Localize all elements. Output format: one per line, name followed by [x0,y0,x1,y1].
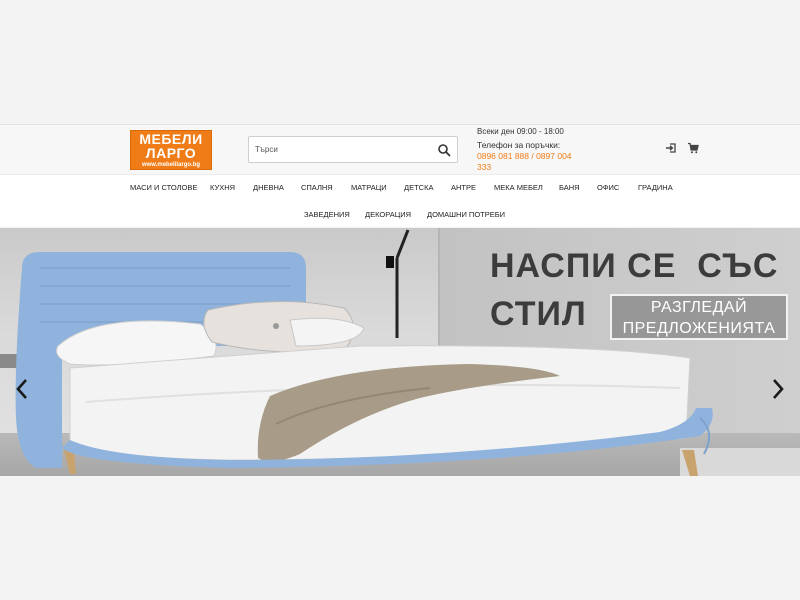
hero-headline-line1: НАСПИ СЕ СЪС [490,247,779,285]
working-hours: Всеки ден 09:00 - 18:00 [477,127,564,136]
nav-item-kids[interactable]: Детска [404,183,433,192]
cart-icon[interactable] [687,142,699,154]
nav-item-kitchen[interactable]: Кухня [210,183,235,192]
phone-label: Телефон за поръчки: [477,140,561,150]
nav-row-2: Заведения Декорация Домашни потреби [0,210,800,226]
cta-line2: ПРЕДЛОЖЕНИЯТА [622,320,776,337]
nav-item-hallway[interactable]: Антре [451,183,476,192]
page: МЕБЕЛИ ЛАРГО www.mebelilargo.bg Всеки де… [0,0,800,600]
phone-numbers-line2[interactable]: 333 [477,162,597,173]
phone-numbers[interactable]: 0896 081 888 / 0897 004 333 [477,151,597,173]
logo-url: www.mebelilargo.bg [141,162,201,168]
site-logo[interactable]: МЕБЕЛИ ЛАРГО www.mebelilargo.bg [130,130,212,170]
nav-item-decoration[interactable]: Декорация [365,210,411,219]
nav-item-mattresses[interactable]: Матраци [351,183,387,192]
nav-item-bathroom[interactable]: Баня [559,183,580,192]
nav-item-home-goods[interactable]: Домашни потреби [427,210,505,219]
chevron-left-icon[interactable] [14,378,30,400]
login-icon[interactable] [665,142,677,154]
browse-offers-button[interactable]: РАЗГЛЕДАЙ ПРЕДЛОЖЕНИЯТА [610,294,788,340]
nav-item-office[interactable]: Офис [597,183,619,192]
nav-item-living-room[interactable]: Дневна [253,183,284,192]
search-box [248,136,458,163]
nav-item-venues[interactable]: Заведения [304,210,350,219]
search-input[interactable] [255,140,430,159]
phone-numbers-line1[interactable]: 0896 081 888 / 0897 004 [477,151,597,162]
nav-row-1: Маси и столове Кухня Дневна Спалня Матра… [0,183,800,199]
logo-line2: ЛАРГО [145,145,197,161]
nav-item-tables-chairs[interactable]: Маси и столове [130,183,197,192]
search-icon[interactable] [437,143,451,157]
nav-item-garden[interactable]: Градина [638,183,673,192]
chevron-right-icon[interactable] [770,378,786,400]
site-header: МЕБЕЛИ ЛАРГО www.mebelilargo.bg Всеки де… [0,124,800,174]
contact-info: Всеки ден 09:00 - 18:00 Телефон за поръч… [477,126,597,173]
nav-item-upholstered[interactable]: Мека мебел [494,183,543,192]
main-nav: Маси и столове Кухня Дневна Спалня Матра… [0,174,800,227]
cta-line1: РАЗГЛЕДАЙ [650,299,748,316]
nav-item-bedroom[interactable]: Спалня [301,183,333,192]
hero-banner[interactable]: НАСПИ СЕ СЪС СТИЛ РАЗГЛЕДАЙ ПРЕДЛОЖЕНИЯТ… [0,228,800,476]
